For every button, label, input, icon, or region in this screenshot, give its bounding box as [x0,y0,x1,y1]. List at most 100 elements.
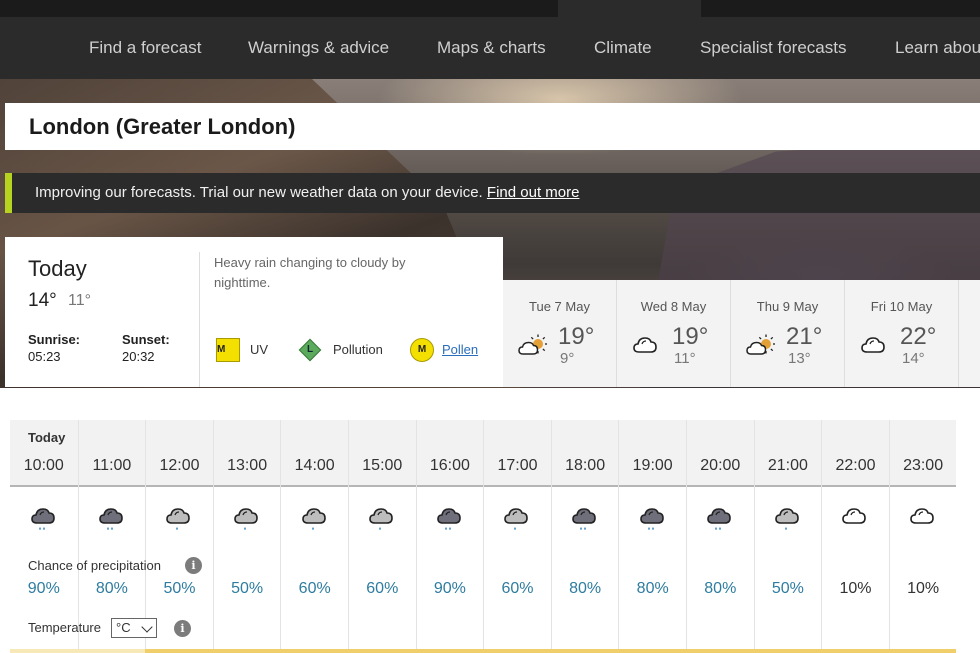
day-card[interactable]: Fri 10 May 22° 14° [845,280,959,387]
hour-time: 20:00 [700,457,741,474]
hour-column: 23:00 10% [888,420,957,653]
precip-value: 10% [839,580,872,597]
top-strip-active-tab[interactable] [558,0,701,17]
sunrise-time: 05:23 [28,349,61,364]
heavy-rain-icon [570,503,600,538]
nav-warnings-advice[interactable]: Warnings & advice [248,38,389,58]
hour-time: 14:00 [294,457,335,474]
cloudy-icon [631,332,661,367]
nav-find-a-forecast[interactable]: Find a forecast [89,38,201,58]
hour-time: 10:00 [23,457,64,474]
pollution-badge-icon: L [298,338,322,362]
today-label: Today [28,256,87,281]
hour-column: 20:00 80% [686,420,754,653]
precip-value: 60% [366,580,399,597]
banner-text: Improving our forecasts. Trial our new w… [35,184,579,201]
unit-value: °C [116,620,131,635]
hour-time: 23:00 [903,457,944,474]
hour-column: 16:00 90% [415,420,484,653]
hour-column: 13:00 50% [212,420,281,653]
light-rain-icon [367,503,397,538]
day-date: Wed 8 May [640,299,707,314]
day-low-temp: 13° [788,350,811,367]
pollution-level: L [306,344,314,355]
sunny-intervals-icon [517,332,548,367]
temperature-unit-select[interactable]: °C [111,618,157,638]
hour-time: 17:00 [497,457,538,474]
temperature-bar [145,649,956,653]
nav-maps-charts[interactable]: Maps & charts [437,38,546,58]
precip-value: 80% [95,580,128,597]
precip-label: Chance of precipitation [28,558,161,573]
precip-value: 60% [298,580,331,597]
hour-column: 22:00 10% [821,420,889,653]
precip-value: 50% [771,580,804,597]
day-high-temp: 19° [672,323,709,350]
temperature-bar-start [10,649,145,653]
day-card[interactable]: Tue 7 May 19° 9° [503,280,617,387]
day-card-partial[interactable] [959,280,980,387]
precip-value: 60% [501,580,534,597]
day-date: Fri 10 May [870,299,933,314]
cloudy-icon [840,503,870,538]
pollen-badge-icon: M [410,338,434,362]
hour-time: 15:00 [362,457,403,474]
hour-time: 21:00 [767,457,808,474]
hour-column: 18:00 80% [550,420,619,653]
sunset-time: 20:32 [122,349,155,364]
hour-time: 13:00 [227,457,268,474]
precip-value: 10% [907,580,940,597]
day-high-temp: 21° [786,323,823,350]
heavy-rain-icon [435,503,465,538]
precip-value: 50% [163,580,196,597]
pollution-label: Pollution [333,342,383,357]
hour-column: 15:00 60% [348,420,416,653]
today-low-temp: 11° [68,292,92,309]
info-banner: Improving our forecasts. Trial our new w… [5,173,980,213]
light-rain-icon [300,503,330,538]
precip-value: 50% [231,580,264,597]
nav-specialist-forecasts[interactable]: Specialist forecasts [700,38,846,58]
hour-column: 21:00 50% [753,420,822,653]
day-date: Tue 7 May [529,299,590,314]
main-nav: Find a forecast Warnings & advice Maps &… [0,17,980,79]
chevron-down-icon [141,621,153,633]
sunny-intervals-icon [745,332,776,367]
day-low-temp: 11° [674,350,696,367]
hour-time: 12:00 [159,457,200,474]
precip-value: 80% [704,580,737,597]
day-low-temp: 14° [902,350,925,367]
nav-learn-about[interactable]: Learn about [895,38,980,58]
hourly-forecast-table: Today 23:00 10% 22:00 10% 21:00 50% 20:00 80% 19… [10,420,956,653]
today-high-temp: 14° [28,290,57,311]
uv-label: UV [250,342,269,357]
heavy-rain-icon [97,503,127,538]
hour-time: 16:00 [429,457,470,474]
light-rain-icon [502,503,532,538]
precip-value: 80% [636,580,669,597]
nav-climate[interactable]: Climate [594,38,652,58]
day-forecast-list: Tue 7 May 19° 9° Wed 8 May 19° 11° Thu 9 May 21… [503,280,980,387]
hour-column: 10:00 90% [10,420,78,653]
sunset-label: Sunset: [122,332,170,347]
hour-time: 22:00 [835,457,876,474]
day-high-temp: 22° [900,323,937,350]
heavy-rain-icon [638,503,668,538]
cloudy-icon [908,503,938,538]
precip-info-icon[interactable]: i [185,557,202,574]
banner-message: Improving our forecasts. Trial our new w… [35,184,483,201]
day-card[interactable]: Wed 8 May 19° 11° [617,280,731,387]
day-low-temp: 9° [560,350,575,367]
hour-column: 19:00 80% [618,420,686,653]
today-card[interactable]: Today 14° 11° Sunrise: 05:23 Sunset: 20:… [5,237,503,387]
hour-time: 19:00 [632,457,673,474]
temperature-info-icon[interactable]: i [174,620,191,637]
today-summary: Heavy rain changing to cloudy by nightti… [214,255,406,290]
pollen-link[interactable]: Pollen [442,342,478,357]
day-date: Thu 9 May [756,299,819,314]
precip-value: 90% [433,580,466,597]
sunrise-label: Sunrise: [28,332,81,347]
day-card[interactable]: Thu 9 May 21° 13° [731,280,845,387]
find-out-more-link[interactable]: Find out more [487,184,580,201]
light-rain-icon [164,503,194,538]
